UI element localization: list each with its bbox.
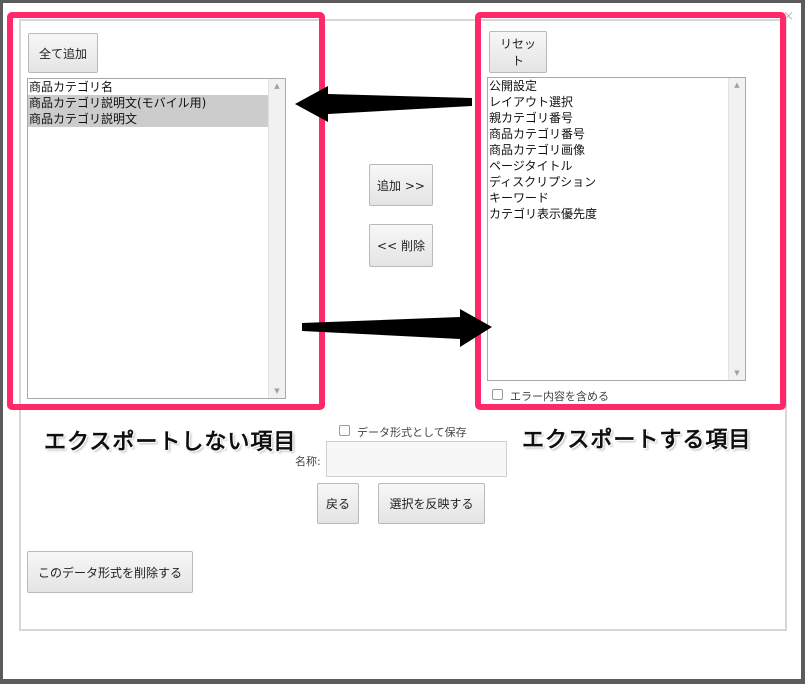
exported-caption: エクスポートする項目 [522, 428, 752, 453]
excluded-caption: エクスポートしない項目 [44, 430, 297, 455]
arrow-to-exported [302, 309, 492, 347]
annotation-arrows [295, 86, 492, 347]
arrow-to-excluded [295, 86, 472, 122]
